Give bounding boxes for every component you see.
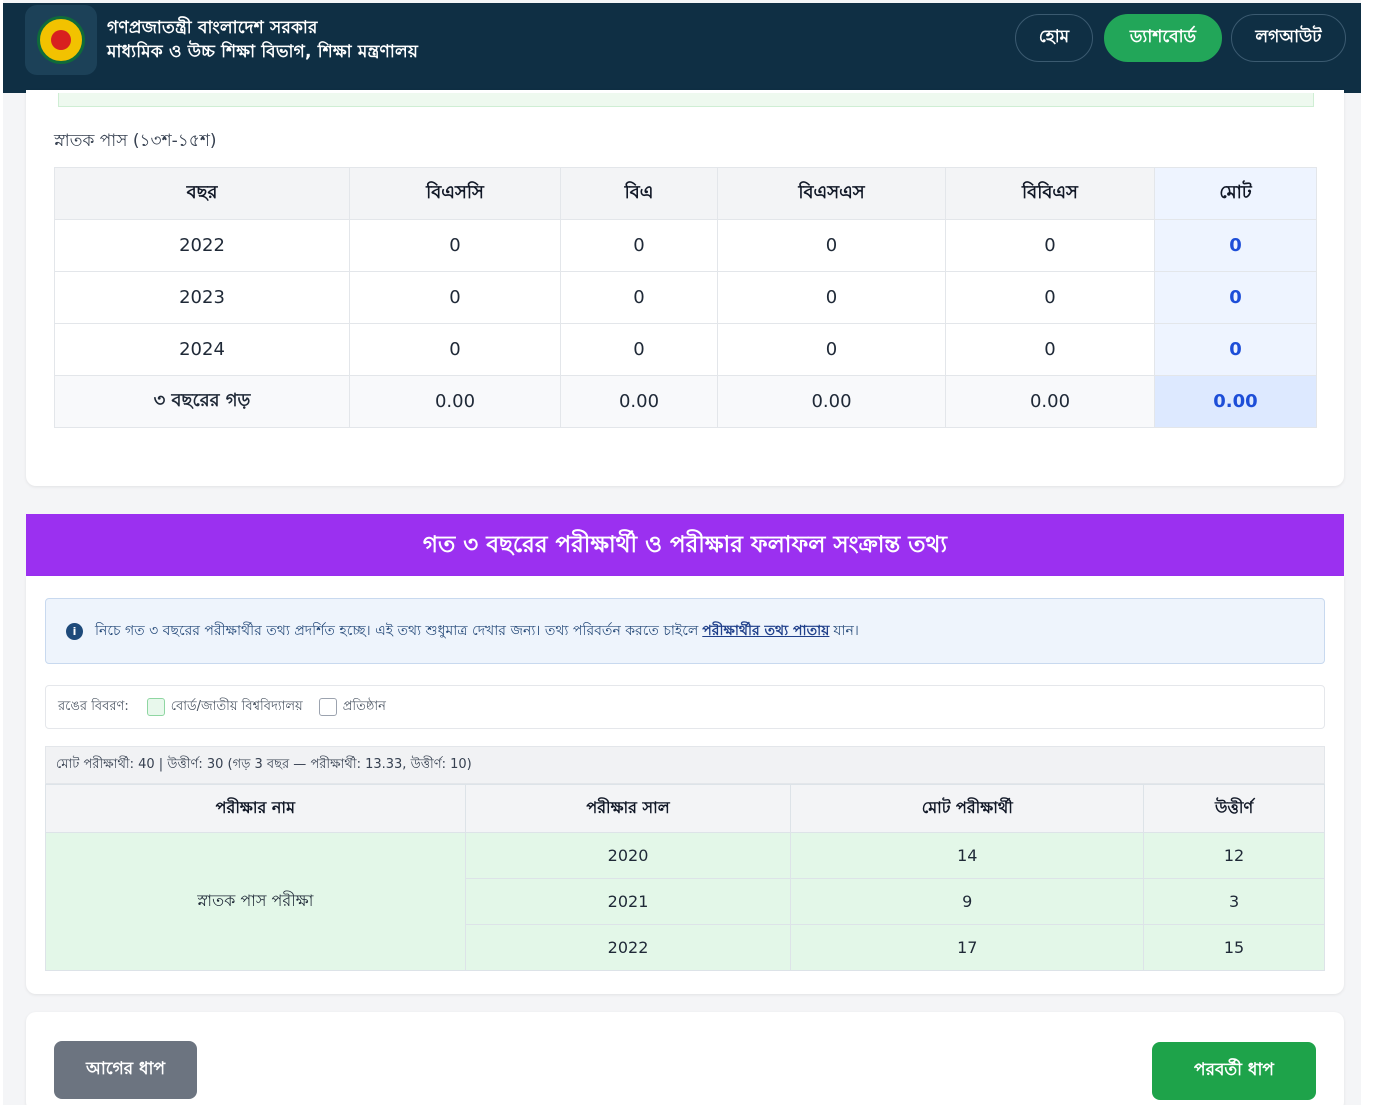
average-cell: 0.00 bbox=[349, 375, 561, 428]
examinee-count-cell: 9 bbox=[790, 878, 1145, 925]
col-ba: বিএ bbox=[560, 167, 718, 220]
passed-count-cell: 15 bbox=[1143, 924, 1325, 971]
col-total-examinees: মোট পরীক্ষার্থী bbox=[790, 784, 1145, 833]
exam-section-banner: গত ৩ বছরের পরীক্ষার্থী ও পরীক্ষার ফলাফল … bbox=[26, 514, 1344, 576]
info-text-suffix: যান। bbox=[833, 623, 859, 639]
average-cell: 0.00 bbox=[717, 375, 946, 428]
average-cell: 0.00 bbox=[945, 375, 1155, 428]
col-year: বছর bbox=[54, 167, 350, 220]
value-cell: 0 bbox=[717, 271, 946, 324]
passed-count-cell: 12 bbox=[1143, 832, 1325, 879]
table-row: 2023 0 0 0 0 0 bbox=[54, 271, 1317, 324]
top-navbar: গণপ্রজাতন্ত্রী বাংলাদেশ সরকার মাধ্যমিক ও… bbox=[3, 3, 1361, 93]
col-bbs: বিবিএস bbox=[945, 167, 1155, 220]
legend-swatch-institute bbox=[318, 698, 337, 716]
table-row: 2022 0 0 0 0 0 bbox=[54, 219, 1317, 272]
total-cell: 0 bbox=[1154, 271, 1317, 324]
bangladesh-seal-icon bbox=[37, 16, 85, 64]
examinee-info-link[interactable]: পরীক্ষার্থীর তথ্য পাতায় bbox=[702, 619, 829, 643]
value-cell: 0 bbox=[945, 219, 1155, 272]
graduation-table: বছর বিএসসি বিএ বিএসএস বিবিএস মোট 2022 0 … bbox=[54, 167, 1317, 428]
government-logo bbox=[25, 5, 97, 75]
col-bsc: বিএসসি bbox=[349, 167, 561, 220]
average-cell: 0.00 bbox=[560, 375, 718, 428]
table-row: 2024 0 0 0 0 0 bbox=[54, 323, 1317, 376]
graduation-section-label: স্নাতক পাস (১৩শ-১৫শ) bbox=[54, 131, 217, 151]
info-text: নিচে গত ৩ বছরের পরীক্ষার্থীর তথ্য প্রদর্… bbox=[95, 623, 699, 639]
legend-swatch-board bbox=[146, 698, 165, 716]
col-exam-year: পরীক্ষার সাল bbox=[464, 784, 792, 833]
previous-step-button[interactable]: আগের ধাপ bbox=[54, 1041, 197, 1099]
average-row: ৩ বছরের গড় 0.00 0.00 0.00 0.00 0.00 bbox=[54, 375, 1317, 428]
table-row: স্নাতক পাস পরীক্ষা 2020 14 12 bbox=[45, 832, 1325, 971]
value-cell: 0 bbox=[717, 219, 946, 272]
next-step-button[interactable]: পরবর্তী ধাপ bbox=[1152, 1042, 1316, 1100]
examinee-count-cell: 17 bbox=[790, 924, 1145, 971]
nav-logout-button[interactable]: লগআউট bbox=[1231, 14, 1346, 62]
exam-table-header: পরীক্ষার নাম পরীক্ষার সাল মোট পরীক্ষার্থ… bbox=[45, 784, 1325, 833]
step-navigation-card bbox=[26, 1012, 1344, 1105]
total-cell: 0 bbox=[1154, 219, 1317, 272]
legend-label: রঙের বিবরণ: bbox=[58, 698, 129, 714]
nav-home-button[interactable]: হোম bbox=[1015, 14, 1093, 62]
value-cell: 0 bbox=[560, 271, 718, 324]
info-icon: i bbox=[66, 622, 83, 640]
exam-year-cell: 2022 bbox=[464, 924, 792, 971]
passed-count-cell: 3 bbox=[1143, 878, 1325, 925]
value-cell: 0 bbox=[560, 219, 718, 272]
exam-year-cell: 2021 bbox=[464, 878, 792, 925]
value-cell: 0 bbox=[945, 271, 1155, 324]
exam-name-cell: স্নাতক পাস পরীক্ষা bbox=[45, 832, 466, 971]
col-total: মোট bbox=[1154, 167, 1317, 220]
value-cell: 0 bbox=[349, 219, 561, 272]
year-cell: 2022 bbox=[54, 219, 350, 272]
value-cell: 0 bbox=[349, 271, 561, 324]
col-exam-name: পরীক্ষার নাম bbox=[45, 784, 466, 833]
legend-institute-label: প্রতিষ্ঠান bbox=[342, 698, 386, 714]
exam-summary: মোট পরীক্ষার্থী: 40 | উত্তীর্ণ: 30 (গড় … bbox=[45, 746, 1325, 784]
examinee-count-cell: 14 bbox=[790, 832, 1145, 879]
value-cell: 0 bbox=[560, 323, 718, 376]
org-title-line2: মাধ্যমিক ও উচ্চ শিক্ষা বিভাগ, শিক্ষা মন্… bbox=[107, 42, 419, 62]
exam-year-cell: 2020 bbox=[464, 832, 792, 879]
year-cell: 2024 bbox=[54, 323, 350, 376]
year-cell: 2023 bbox=[54, 271, 350, 324]
value-cell: 0 bbox=[349, 323, 561, 376]
col-passed: উত্তীর্ণ bbox=[1143, 784, 1325, 833]
nav-dashboard-button[interactable]: ড্যাশবোর্ড bbox=[1104, 14, 1222, 62]
graduation-table-header: বছর বিএসসি বিএ বিএসএস বিবিএস মোট bbox=[54, 167, 1317, 220]
exam-table: পরীক্ষার নাম পরীক্ষার সাল মোট পরীক্ষার্থ… bbox=[45, 784, 1325, 971]
average-label: ৩ বছরের গড় bbox=[54, 375, 350, 428]
legend-board-label: বোর্ড/জাতীয় বিশ্ববিদ্যালয় bbox=[170, 698, 303, 714]
value-cell: 0 bbox=[945, 323, 1155, 376]
col-bss: বিএসএস bbox=[717, 167, 946, 220]
info-alert: i নিচে গত ৩ বছরের পরীক্ষার্থীর তথ্য প্রদ… bbox=[45, 598, 1325, 664]
average-total-cell: 0.00 bbox=[1154, 375, 1317, 428]
previous-section-edge bbox=[58, 93, 1314, 107]
total-cell: 0 bbox=[1154, 323, 1317, 376]
value-cell: 0 bbox=[717, 323, 946, 376]
color-legend: রঙের বিবরণ: বোর্ড/জাতীয় বিশ্ববিদ্যালয় … bbox=[45, 685, 1325, 729]
